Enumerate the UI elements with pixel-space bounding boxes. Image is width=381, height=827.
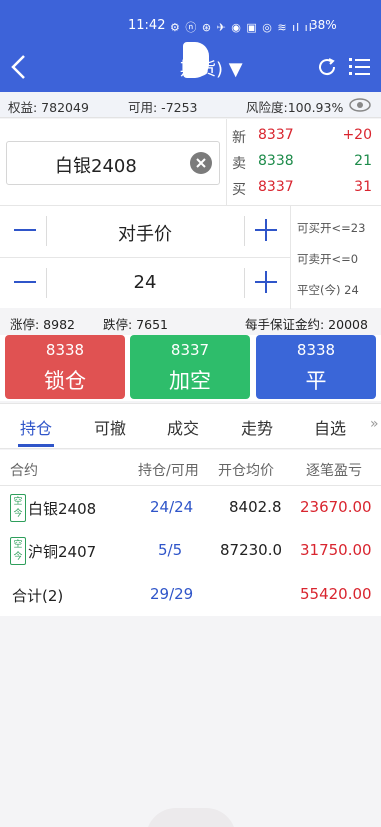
status-icons: ⚙ ⓝ ⊛ ✈ ◉ ▣ ◎ ≋ ıl ıl xyxy=(170,21,313,34)
price-plus-button[interactable] xyxy=(251,215,281,245)
quote-label: 卖 xyxy=(232,156,246,172)
order-limits-info: 可买开<=23 可卖开<=0 平空(今) 24 xyxy=(290,206,381,309)
divider xyxy=(244,216,245,246)
tab-positions[interactable]: 持仓 xyxy=(20,415,52,439)
tab-cancellable[interactable]: 可撤 xyxy=(94,415,126,439)
status-time: 11:42 xyxy=(128,18,166,33)
page-title-text: 期货) xyxy=(180,59,224,80)
button-price: 8337 xyxy=(170,341,210,359)
dropdown-caret-icon: ▼ xyxy=(228,59,243,80)
price-mode-field[interactable]: 对手价 xyxy=(46,220,244,246)
button-price: 8338 xyxy=(45,341,85,359)
account-available: 可用: -7253 xyxy=(128,100,198,115)
max-buy-open: 可买开<=23 xyxy=(297,221,366,235)
quote-label: 买 xyxy=(232,182,246,198)
margin-per-lot: 每手保证金约: 20008 xyxy=(245,317,368,332)
quantity-plus-button[interactable] xyxy=(251,267,281,297)
nav-bar: 期货) ▼ xyxy=(0,42,381,88)
limit-down: 跌停: 7651 xyxy=(103,317,168,332)
positions-table: 合约 持仓/可用 开仓均价 逐笔盈亏 空今 白银2408 24/24 8402.… xyxy=(0,450,381,616)
tab-trades[interactable]: 成交 xyxy=(167,415,199,439)
table-total-row: 合计(2) 29/29 55420.00 xyxy=(0,574,381,616)
clear-icon[interactable] xyxy=(190,152,212,174)
row-contract: 沪铜2407 xyxy=(28,543,97,561)
button-label: 加空 xyxy=(169,369,211,393)
total-pnl: 55420.00 xyxy=(300,585,372,603)
row-contract: 白银2408 xyxy=(28,500,97,518)
order-panel: 对手价 24 可买开<=23 可卖开<=0 平空(今) 24 xyxy=(0,205,381,309)
account-bar: 权益: 782049 可用: -7253 风险度:100.93% xyxy=(0,92,381,118)
limit-up: 涨停: 8982 xyxy=(10,317,75,332)
quote-row-bid[interactable]: 买 8337 31 xyxy=(232,177,374,199)
page-title[interactable]: 期货) ▼ xyxy=(180,55,243,81)
tab-trend[interactable]: 走势 xyxy=(241,415,273,439)
quote-row-ask[interactable]: 卖 8338 21 xyxy=(232,151,374,173)
row-position: 5/5 xyxy=(158,541,183,559)
short-today-badge: 空今 xyxy=(10,537,26,565)
price-minus-button[interactable] xyxy=(10,215,40,245)
more-tabs-icon[interactable]: » xyxy=(370,416,379,432)
contract-input[interactable]: 白银2408 xyxy=(6,141,220,185)
action-buttons: 8338 锁仓 8337 加空 8338 平 xyxy=(0,335,381,401)
tab-watchlist[interactable]: 自选 xyxy=(314,415,346,439)
lock-position-button[interactable]: 8338 锁仓 xyxy=(5,335,125,399)
total-position: 29/29 xyxy=(150,585,194,603)
eye-icon[interactable] xyxy=(349,97,371,113)
limits-bar: 涨停: 8982 跌停: 7651 每手保证金约: 20008 xyxy=(0,309,381,335)
col-pnl: 逐笔盈亏 xyxy=(306,463,362,479)
button-label: 锁仓 xyxy=(44,369,86,393)
divider xyxy=(226,119,227,205)
button-price: 8338 xyxy=(296,341,336,359)
divider xyxy=(244,268,245,298)
quote-label: 新 xyxy=(232,130,246,146)
row-pnl: 23670.00 xyxy=(300,498,372,516)
add-short-button[interactable]: 8337 加空 xyxy=(130,335,250,399)
price-stepper: 对手价 xyxy=(0,206,290,256)
quantity-stepper: 24 xyxy=(0,258,290,308)
row-pnl: 31750.00 xyxy=(300,541,372,559)
close-short-today: 平空(今) 24 xyxy=(297,283,359,297)
back-arrow-icon[interactable] xyxy=(8,53,30,81)
account-equity: 权益: 782049 xyxy=(8,100,89,115)
app-header: 11:42 ⚙ ⓝ ⊛ ✈ ◉ ▣ ◎ ≋ ıl ıl 38% 期货) ▼ xyxy=(0,0,381,92)
quote-panel: 白银2408 新 8337 +20 卖 8338 21 买 8337 31 xyxy=(0,119,381,205)
quote-volume: 31 xyxy=(354,179,372,195)
tab-bar: 持仓 可撤 成交 走势 自选 » xyxy=(0,403,381,449)
quote-price: 8337 xyxy=(258,127,294,143)
row-avg-price: 8402.8 xyxy=(229,498,282,516)
row-position: 24/24 xyxy=(150,498,194,516)
col-position: 持仓/可用 xyxy=(138,463,199,479)
quote-price: 8338 xyxy=(258,153,294,169)
quote-price: 8337 xyxy=(258,179,294,195)
table-header: 合约 持仓/可用 开仓均价 逐笔盈亏 xyxy=(0,450,381,486)
short-today-badge: 空今 xyxy=(10,494,26,522)
quantity-field[interactable]: 24 xyxy=(46,272,244,293)
max-sell-open: 可卖开<=0 xyxy=(297,252,359,266)
status-bar: 11:42 ⚙ ⓝ ⊛ ✈ ◉ ▣ ◎ ≋ ıl ıl 38% xyxy=(0,18,381,38)
col-avg-price: 开仓均价 xyxy=(218,463,274,479)
bottom-drawer-handle[interactable] xyxy=(146,808,236,827)
total-label: 合计(2) xyxy=(12,587,64,605)
active-tab-indicator xyxy=(18,444,54,447)
account-risk: 风险度:100.93% xyxy=(246,100,344,115)
battery-level: 38% xyxy=(310,18,337,32)
close-position-button[interactable]: 8338 平 xyxy=(256,335,376,399)
table-row[interactable]: 空今 白银2408 24/24 8402.8 23670.00 xyxy=(0,487,381,529)
quantity-minus-button[interactable] xyxy=(10,267,40,297)
quote-row-last: 新 8337 +20 xyxy=(232,125,374,147)
button-label: 平 xyxy=(305,369,327,393)
contract-name: 白银2408 xyxy=(55,156,137,177)
quote-volume: +20 xyxy=(342,127,372,143)
col-contract: 合约 xyxy=(10,463,38,479)
row-avg-price: 87230.0 xyxy=(220,541,283,559)
table-row[interactable]: 空今 沪铜2407 5/5 87230.0 31750.00 xyxy=(0,530,381,572)
refresh-icon[interactable] xyxy=(316,56,338,78)
menu-list-icon[interactable] xyxy=(348,56,372,78)
quote-volume: 21 xyxy=(354,153,372,169)
